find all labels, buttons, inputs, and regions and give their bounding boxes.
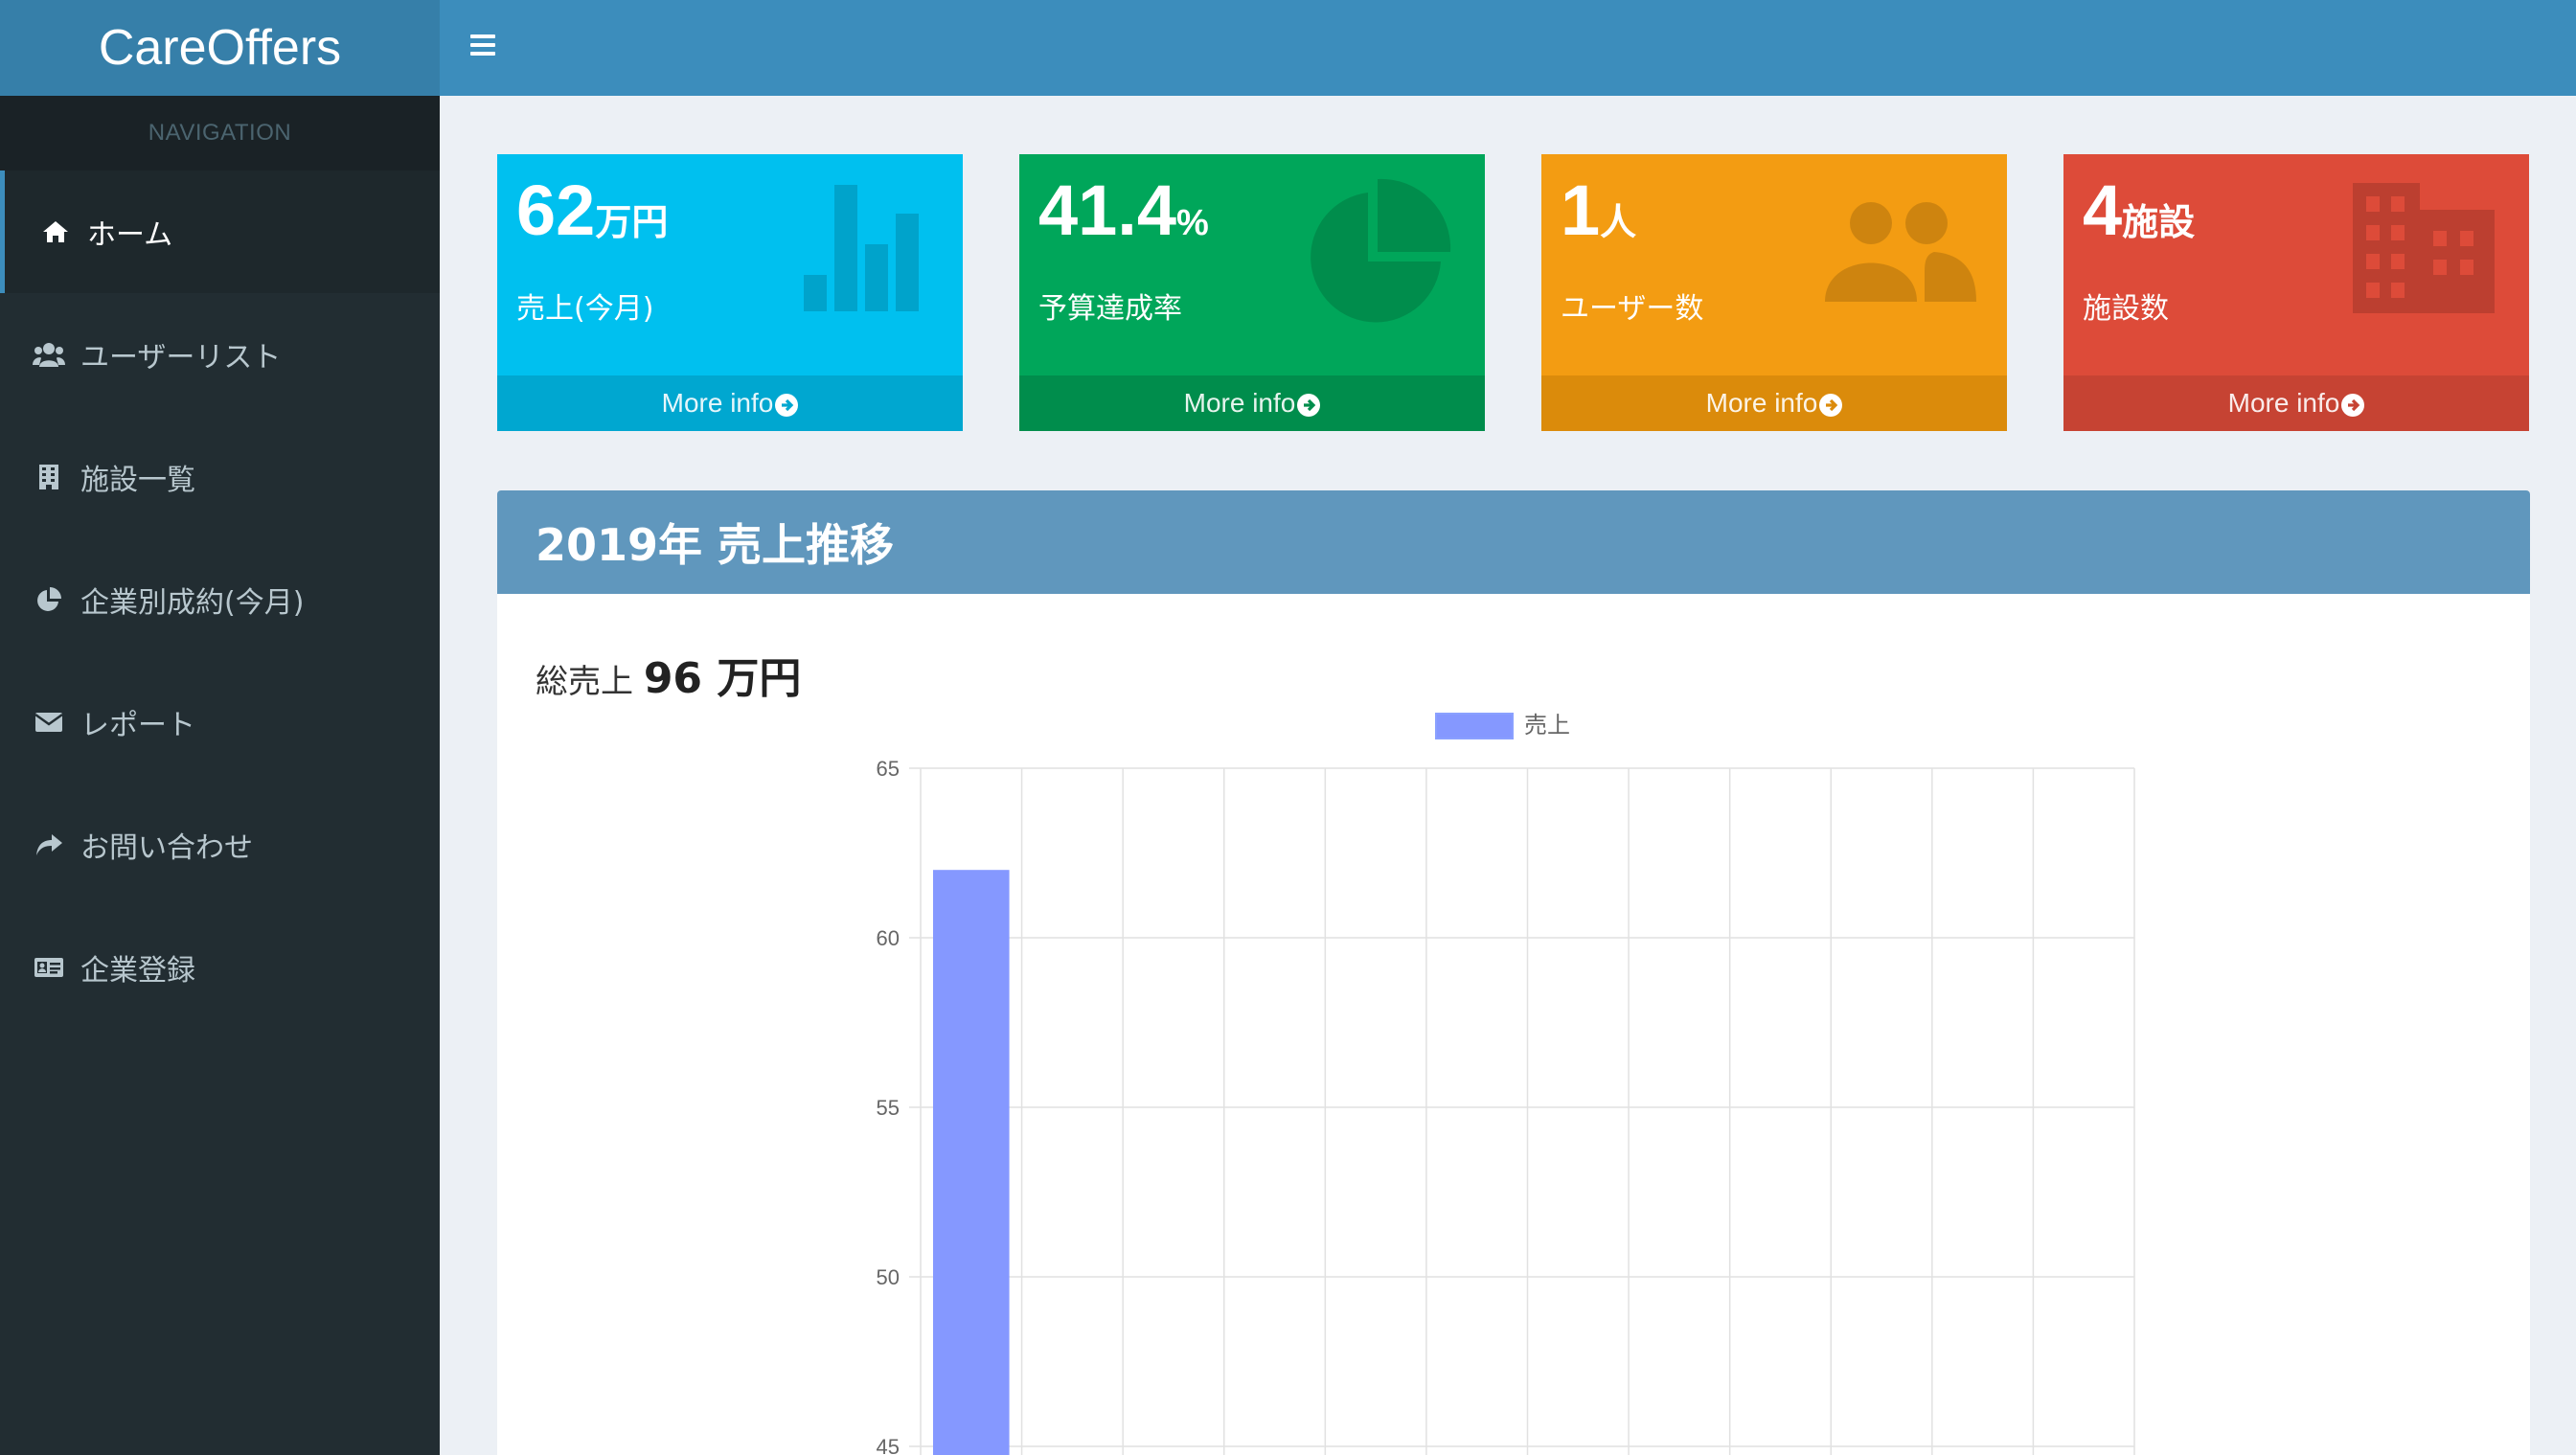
sidebar-item-label: レポート [80, 709, 195, 742]
box-body: 62万円 売上(今月) [497, 154, 963, 375]
building-icon [2353, 183, 2495, 317]
y-tick-label: 65 [877, 757, 900, 781]
arrow-circle-right-icon [1297, 394, 1321, 417]
id-card-icon [33, 952, 65, 983]
box-unit: 人 [1600, 203, 1637, 243]
sidebar: NAVIGATION ホーム ユーザーリスト 施設一覧 企業別成約(今月) レポ… [0, 96, 440, 1455]
building-icon [33, 462, 65, 492]
bar-chart-icon [800, 181, 924, 317]
y-tick-label: 55 [877, 1096, 900, 1120]
sidebar-item-report[interactable]: レポート [0, 661, 440, 784]
nav-header: NAVIGATION [0, 96, 440, 171]
more-info-link[interactable]: More info [1019, 375, 1485, 431]
sidebar-item-label: 企業登録 [80, 954, 195, 988]
more-info-link[interactable]: More info [497, 375, 963, 431]
envelope-icon [33, 707, 65, 738]
more-info-label: More info [661, 388, 774, 418]
share-icon [33, 830, 65, 860]
y-tick-label: 60 [877, 926, 900, 950]
sidebar-item-contact[interactable]: お問い合わせ [0, 784, 440, 906]
box-label: 予算達成率 [1038, 292, 1182, 326]
box-unit: 万円 [595, 203, 669, 243]
budget-rate-box: 41.4% 予算達成率 More info [1019, 154, 1485, 431]
more-info-link[interactable]: More info [2063, 375, 2529, 431]
box-label: 施設数 [2083, 292, 2169, 326]
menu-toggle-icon[interactable] [470, 34, 495, 59]
user-count-box: 1人 ユーザー数 More info [1541, 154, 2007, 431]
bar-売上 [933, 870, 1010, 1455]
sales-trend-panel: 2019年 売上推移 総売上 96 万円 65 60 55 50 45 売上 [497, 490, 2530, 1455]
users-icon [1823, 194, 1978, 306]
box-unit: % [1176, 203, 1209, 243]
sidebar-item-label: 企業別成約(今月) [80, 586, 305, 620]
more-info-link[interactable]: More info [1541, 375, 2007, 431]
box-body: 41.4% 予算達成率 [1019, 154, 1485, 375]
box-body: 4施設 施設数 [2063, 154, 2529, 375]
box-unit: 施設 [2122, 203, 2196, 243]
sidebar-item-label: ホーム [87, 218, 173, 252]
more-info-label: More info [1705, 388, 1818, 418]
sidebar-item-label: 施設一覧 [80, 464, 195, 497]
sidebar-item-contracts[interactable]: 企業別成約(今月) [0, 538, 440, 661]
arrow-circle-right-icon [775, 394, 799, 417]
y-tick-label: 45 [877, 1435, 900, 1455]
arrow-circle-right-icon [1819, 394, 1843, 417]
box-label: ユーザー数 [1561, 292, 1704, 326]
legend-label: 売上 [1524, 712, 1570, 739]
sales-bar-chart: 65 60 55 50 45 売上 [877, 712, 2135, 1455]
sidebar-item-users[interactable]: ユーザーリスト [0, 293, 440, 416]
top-navbar [440, 0, 2576, 96]
arrow-circle-right-icon [2341, 394, 2365, 417]
more-info-label: More info [2227, 388, 2340, 418]
pie-chart-icon [1297, 175, 1456, 332]
sidebar-item-facilities[interactable]: 施設一覧 [0, 416, 440, 538]
pie-chart-icon [33, 584, 65, 615]
box-label: 売上(今月) [516, 292, 654, 326]
app-logo[interactable]: CareOffers [0, 0, 440, 96]
box-value: 62万円 [516, 171, 669, 250]
facility-count-box: 4施設 施設数 More info [2063, 154, 2529, 431]
sidebar-item-label: ユーザーリスト [80, 341, 282, 375]
box-value: 41.4% [1038, 171, 1209, 250]
sidebar-item-home[interactable]: ホーム [0, 171, 440, 293]
box-body: 1人 ユーザー数 [1541, 154, 2007, 375]
sidebar-item-company-register[interactable]: 企業登録 [0, 906, 440, 1029]
users-icon [33, 339, 65, 370]
y-tick-label: 50 [877, 1265, 900, 1289]
box-value: 1人 [1561, 171, 1637, 250]
more-info-label: More info [1183, 388, 1296, 418]
sales-box: 62万円 売上(今月) More info [497, 154, 963, 431]
sidebar-item-label: お問い合わせ [80, 831, 253, 865]
legend-swatch [1435, 713, 1514, 739]
box-value: 4施設 [2083, 171, 2196, 250]
home-icon [39, 216, 72, 247]
